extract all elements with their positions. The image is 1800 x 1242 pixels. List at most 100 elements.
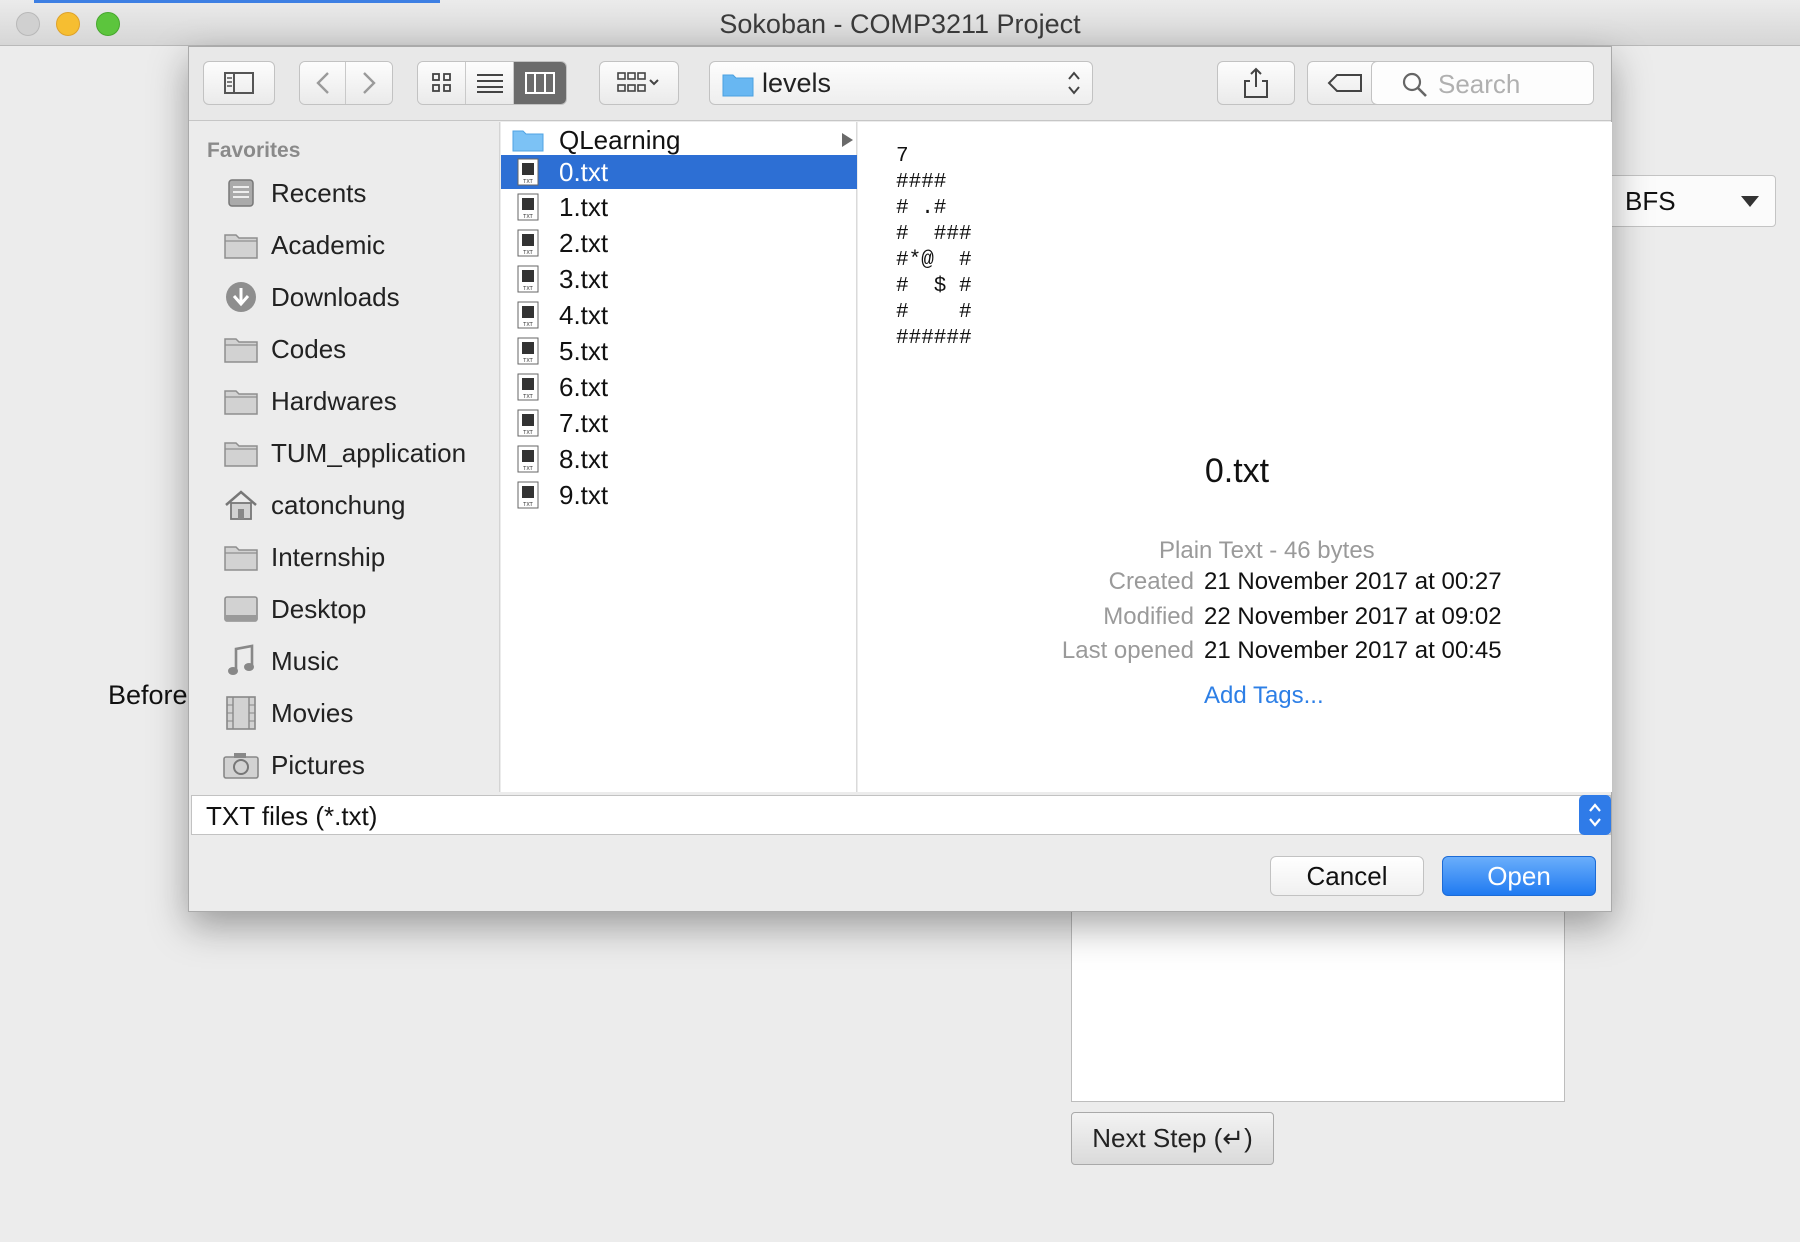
share-button[interactable] — [1217, 61, 1295, 105]
meta-row-modified: Modified 22 November 2017 at 09:02 — [858, 603, 1612, 635]
meta-value: 21 November 2017 at 00:45 — [1204, 637, 1502, 664]
folder-icon — [223, 228, 259, 262]
file-row-7-txt[interactable]: TXT 7.txt — [501, 406, 857, 440]
tag-icon — [1327, 74, 1362, 92]
text-file-icon: TXT — [503, 337, 553, 365]
icon-view-button[interactable] — [418, 62, 466, 104]
file-row-5-txt[interactable]: TXT 5.txt — [501, 334, 857, 368]
file-row-0-txt[interactable]: TXT 0.txt — [501, 155, 857, 189]
open-file-dialog: levels Favorites Recen — [188, 46, 1612, 912]
file-name: 2.txt — [559, 227, 609, 258]
sidebar-item-hardwares[interactable]: Hardwares — [223, 381, 397, 421]
music-icon — [223, 644, 259, 678]
file-row-9-txt[interactable]: TXT 9.txt — [501, 478, 857, 512]
svg-text:TXT: TXT — [522, 179, 533, 185]
window-title: Sokoban - COMP3211 Project — [719, 9, 1081, 39]
back-button[interactable] — [300, 62, 346, 104]
svg-text:TXT: TXT — [522, 322, 533, 328]
svg-text:TXT: TXT — [522, 430, 533, 436]
text-file-icon: TXT — [503, 445, 553, 473]
meta-row-last-opened: Last opened 21 November 2017 at 00:45 — [858, 637, 1612, 669]
text-file-icon: TXT — [503, 373, 553, 401]
sidebar-toggle-button[interactable] — [203, 61, 275, 105]
folder-icon — [223, 384, 259, 418]
updown-arrows-icon — [1579, 795, 1611, 835]
list-icon — [476, 74, 503, 93]
cancel-button[interactable]: Cancel — [1270, 856, 1424, 896]
text-file-icon: TXT — [503, 409, 553, 437]
meta-value: 21 November 2017 at 00:27 — [1204, 568, 1502, 595]
svg-text:TXT: TXT — [522, 286, 533, 292]
file-name: 8.txt — [559, 443, 609, 474]
arrange-menu-button[interactable] — [599, 61, 679, 105]
sidebar-item-music[interactable]: Music — [223, 641, 339, 681]
file-name: 1.txt — [559, 191, 609, 222]
folder-icon — [223, 436, 259, 470]
file-row-6-txt[interactable]: TXT 6.txt — [501, 370, 857, 404]
file-row-4-txt[interactable]: TXT 4.txt — [501, 298, 857, 332]
algorithm-select[interactable]: BFS — [1606, 175, 1776, 227]
file-row-qlearning[interactable]: QLearning — [501, 123, 857, 157]
file-row-3-txt[interactable]: TXT 3.txt — [501, 262, 857, 296]
meta-key: Last opened — [1061, 637, 1194, 664]
sidebar-item-label: Desktop — [271, 593, 367, 624]
title-accent-line — [34, 0, 440, 3]
file-name: 6.txt — [559, 371, 609, 402]
disclosure-arrow-icon — [842, 133, 853, 147]
sidebar-item-catonchung[interactable]: catonchung — [223, 485, 405, 525]
meta-key: Modified — [1103, 603, 1194, 630]
svg-text:TXT: TXT — [522, 466, 533, 472]
arrange-icon — [617, 72, 659, 92]
text-file-icon: TXT — [503, 481, 553, 509]
camera-icon — [223, 748, 259, 782]
search-input[interactable] — [1438, 68, 1588, 100]
file-row-2-txt[interactable]: TXT 2.txt — [501, 226, 857, 260]
search-icon — [1402, 72, 1428, 103]
sidebar-item-label: Internship — [271, 541, 386, 572]
svg-text:TXT: TXT — [522, 358, 533, 364]
file-row-1-txt[interactable]: TXT 1.txt — [501, 190, 857, 224]
sidebar-item-label: catonchung — [271, 489, 406, 520]
file-type-select[interactable]: TXT files (*.txt) — [191, 795, 1611, 835]
sidebar-item-internship[interactable]: Internship — [223, 537, 385, 577]
share-icon — [1244, 67, 1268, 98]
sidebar-item-academic[interactable]: Academic — [223, 225, 385, 265]
file-name: 5.txt — [559, 335, 609, 366]
next-step-button[interactable]: Next Step (↵) — [1071, 1112, 1274, 1165]
folder-icon — [223, 540, 259, 574]
desktop-icon — [223, 592, 259, 626]
open-button[interactable]: Open — [1442, 856, 1596, 896]
sidebar-item-recents[interactable]: Recents — [223, 173, 366, 213]
file-column: QLearning TXT 0.txt TXT 1.txt TXT 2.txt … — [501, 122, 857, 792]
file-name: 9.txt — [559, 479, 609, 510]
text-file-icon: TXT — [503, 229, 553, 257]
sidebar-item-desktop[interactable]: Desktop — [223, 589, 366, 629]
folder-icon — [722, 71, 754, 102]
chevron-right-icon — [363, 72, 376, 94]
sidebar-item-codes[interactable]: Codes — [223, 329, 346, 369]
sidebar-item-tum-application[interactable]: TUM_application — [223, 433, 466, 473]
sidebar-item-label: Hardwares — [271, 385, 397, 416]
folder-icon — [223, 332, 259, 366]
sidebar-item-movies[interactable]: Movies — [223, 693, 353, 733]
forward-button[interactable] — [346, 62, 392, 104]
chevron-down-icon — [1741, 196, 1759, 207]
movies-icon — [223, 696, 259, 730]
before-label: Before — [108, 680, 188, 710]
sidebar: Favorites Recents Academic Downloads Cod… — [189, 122, 500, 792]
location-popup[interactable]: levels — [709, 61, 1093, 105]
meta-value: 22 November 2017 at 09:02 — [1204, 603, 1502, 630]
preview-filename: 0.txt — [1204, 452, 1270, 490]
sidebar-item-downloads[interactable]: Downloads — [223, 277, 400, 317]
add-tags-link[interactable]: Add Tags... — [1204, 682, 1324, 710]
sidebar-item-label: Downloads — [271, 281, 400, 312]
column-view-button[interactable] — [514, 62, 566, 104]
preview-pane: 7 #### # .# # ### #*@ # # $ # # # ######… — [858, 122, 1612, 792]
file-row-8-txt[interactable]: TXT 8.txt — [501, 442, 857, 476]
sidebar-item-label: Academic — [271, 229, 386, 260]
recents-icon — [223, 176, 259, 210]
search-field[interactable] — [1371, 61, 1594, 105]
list-view-button[interactable] — [466, 62, 514, 104]
output-panel — [1071, 900, 1565, 1102]
sidebar-item-pictures[interactable]: Pictures — [223, 745, 365, 785]
